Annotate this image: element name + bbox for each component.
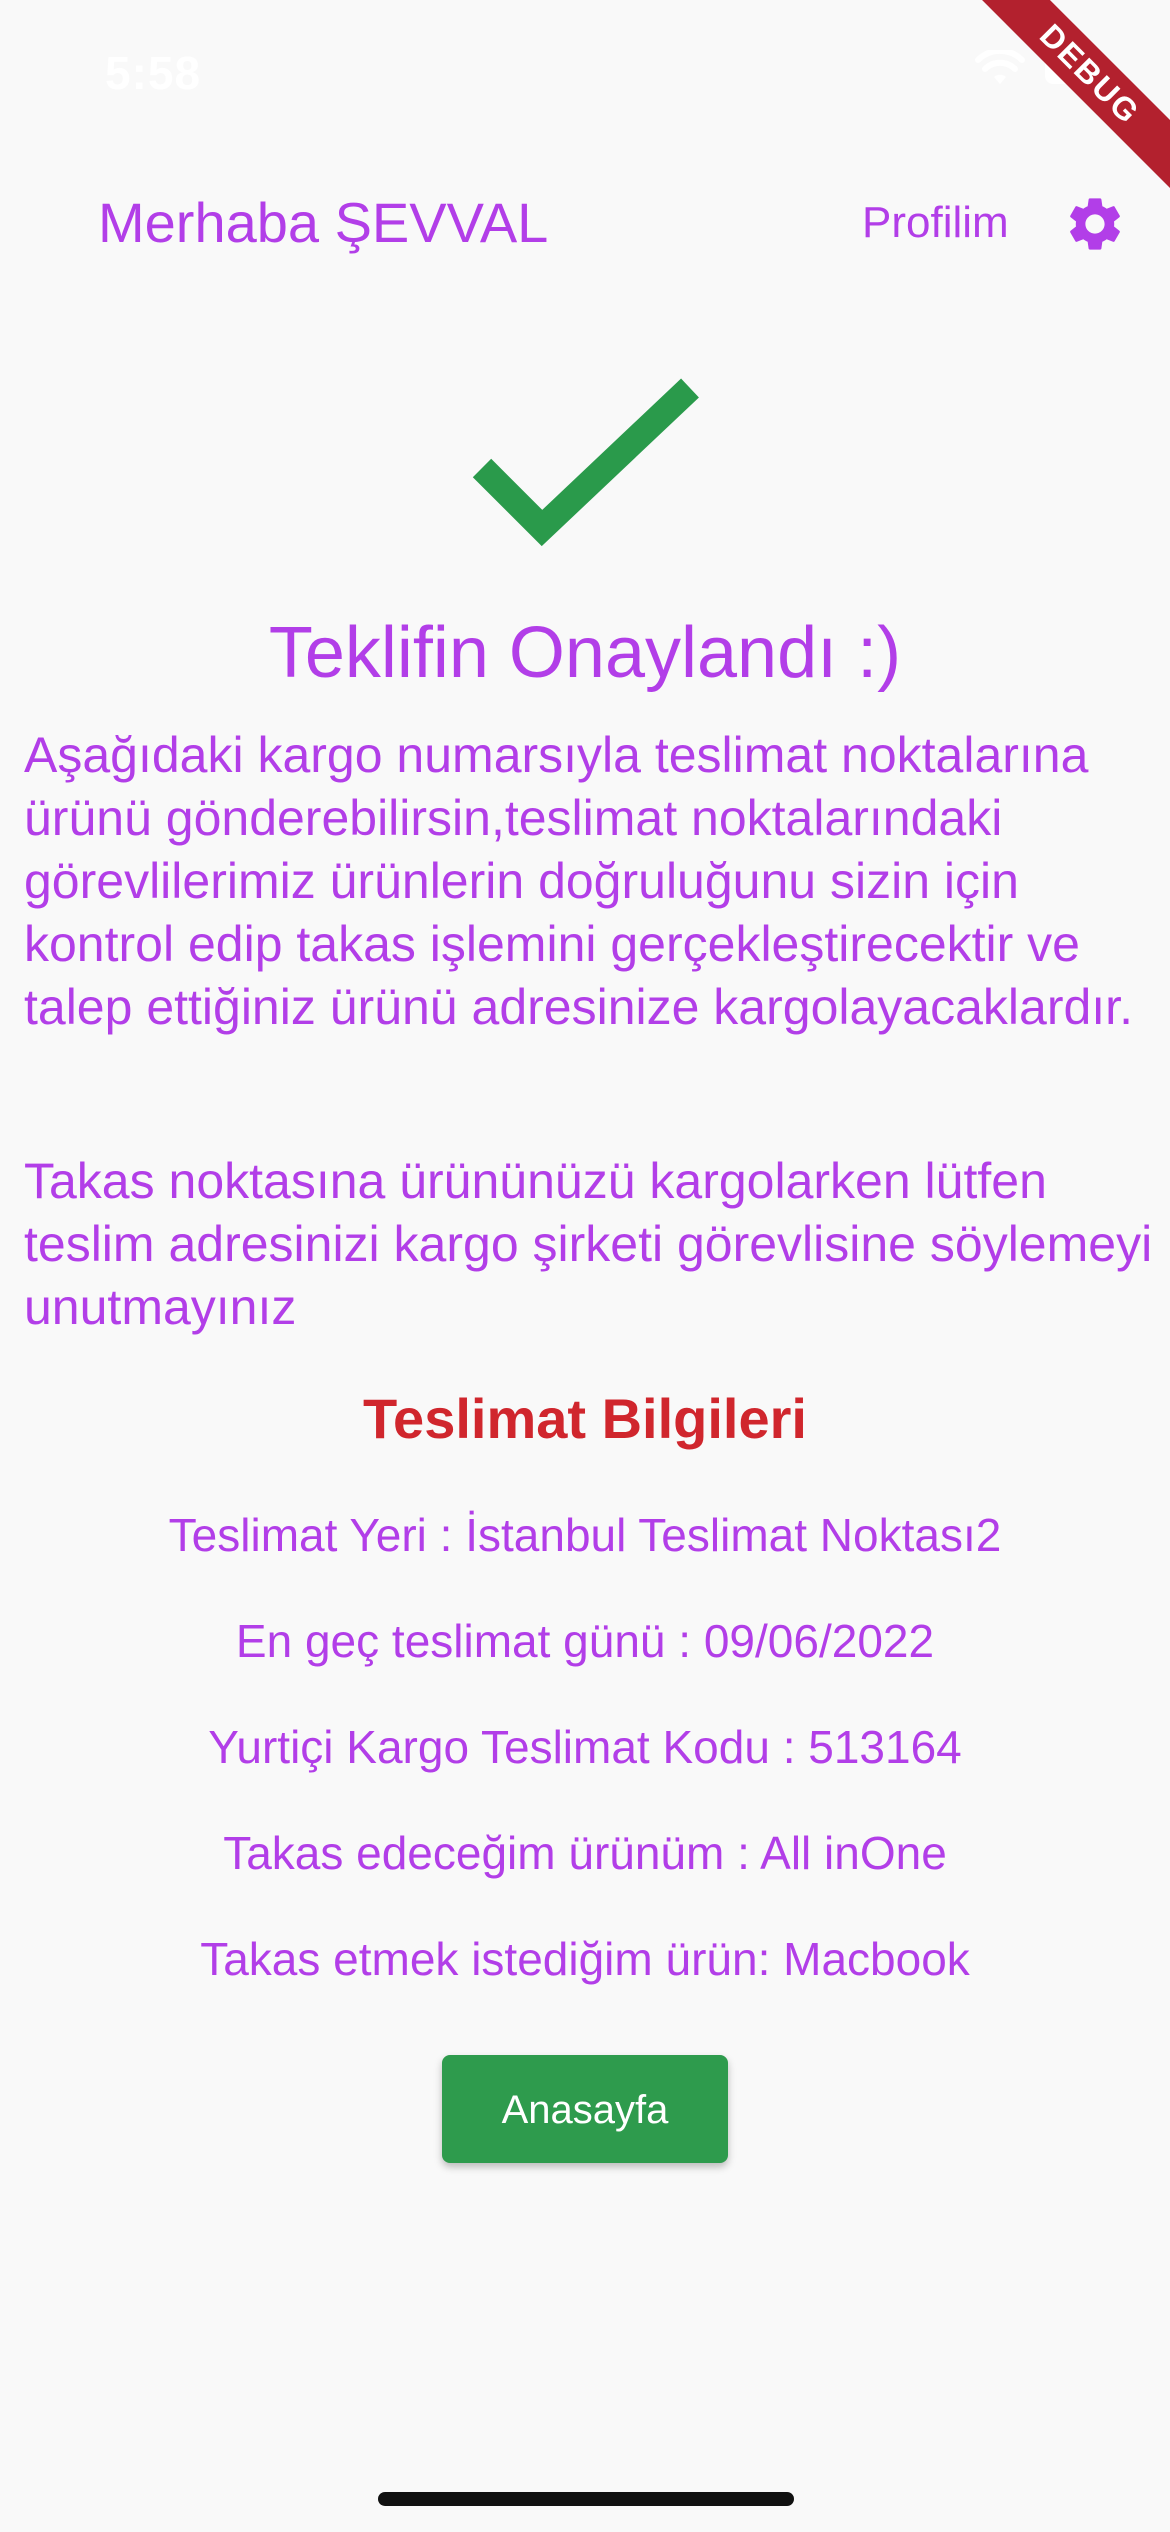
home-indicator	[378, 2492, 794, 2506]
confirmation-title: Teklifin Onaylandı :)	[268, 613, 902, 693]
check-icon	[470, 378, 700, 553]
home-button[interactable]: Anasayfa	[442, 2055, 728, 2163]
reminder-paragraph: Takas noktasına ürününüzü kargolarken lü…	[24, 1153, 1153, 1335]
cargo-code: Yurtiçi Kargo Teslimat Kodu : 513164	[208, 1721, 962, 1773]
requested-product: Takas etmek istediğim ürün: Macbook	[200, 1933, 970, 1985]
greeting-title: Merhaba ŞEVVAL	[98, 191, 549, 254]
gear-icon[interactable]	[1063, 192, 1127, 256]
debug-banner-label: DEBUG	[980, 0, 1170, 190]
instructions-paragraph: Aşağıdaki kargo numarsıyla teslimat nokt…	[24, 727, 1133, 1035]
delivery-info-title: Teslimat Bilgileri	[363, 1387, 807, 1450]
delivery-deadline: En geç teslimat günü : 09/06/2022	[235, 1615, 935, 1667]
status-time: 5:58	[105, 47, 202, 99]
delivery-location: Teslimat Yeri : İstanbul Teslimat Noktas…	[168, 1509, 1002, 1561]
offered-product: Takas edeceğim ürünüm : All inOne	[223, 1827, 947, 1879]
debug-banner: DEBUG	[980, 0, 1170, 190]
profile-link[interactable]: Profilim	[862, 198, 1009, 248]
